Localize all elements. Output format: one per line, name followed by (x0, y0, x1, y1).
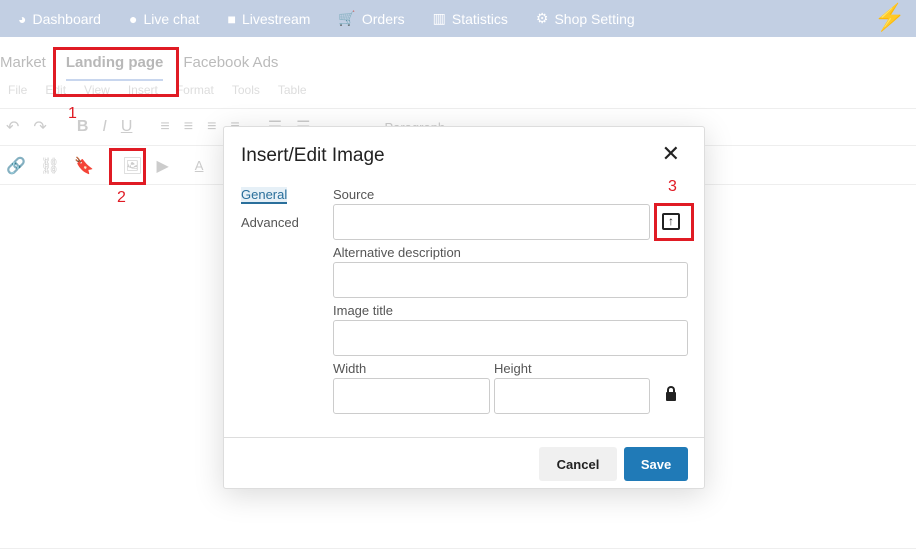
nav-label: Dashboard (32, 10, 101, 27)
cancel-button[interactable]: Cancel (539, 447, 617, 481)
top-nav: ◕ Dashboard ● Live chat ■ Livestream 🛒 Order… (0, 0, 916, 37)
align-right-icon[interactable]: ≡ (207, 118, 216, 136)
annotation-box-2 (109, 148, 146, 185)
dialog-title: Insert/Edit Image (241, 145, 385, 166)
redo-icon[interactable]: ↷ (33, 117, 46, 137)
media-icon[interactable]: ▶ (156, 156, 168, 176)
annotation-number-1: 1 (68, 105, 77, 122)
link-icon[interactable]: 🔗 (6, 156, 26, 176)
bolt-icon[interactable]: ⚡ (874, 2, 906, 33)
unlink-icon[interactable]: ⛓ (40, 156, 60, 176)
nav-live-chat[interactable]: ● Live chat (129, 11, 200, 27)
image-title-input[interactable] (333, 320, 688, 356)
cart-icon: 🛒 (338, 10, 356, 26)
bar-chart-icon: ▥ (432, 10, 446, 26)
gear-icon: ⚙ (535, 10, 549, 26)
width-label: Width (333, 361, 367, 376)
width-input[interactable] (333, 378, 490, 414)
image-title-label: Image title (333, 303, 393, 318)
tab-advanced[interactable]: Advanced (241, 215, 299, 230)
nav-label: Shop Setting (554, 10, 635, 27)
italic-icon[interactable]: I (102, 118, 106, 136)
nav-livestream[interactable]: ■ Livestream (227, 11, 310, 27)
menu-format[interactable]: Format (176, 83, 214, 97)
source-label: Source (333, 187, 375, 202)
save-button[interactable]: Save (624, 447, 688, 481)
bookmark-icon[interactable]: 🔖 (74, 156, 94, 176)
alt-label: Alternative description (333, 245, 461, 260)
height-label: Height (494, 361, 532, 376)
annotation-box-3 (654, 203, 694, 241)
source-input[interactable] (333, 204, 650, 240)
nav-label: Orders (361, 10, 405, 27)
messenger-icon: ● (128, 10, 138, 27)
text-color-icon[interactable]: A (195, 158, 204, 173)
menu-tools[interactable]: Tools (232, 83, 260, 97)
menu-file[interactable]: File (8, 83, 27, 97)
tab-market[interactable]: Market (0, 54, 46, 81)
tab-general[interactable]: General (241, 187, 288, 204)
annotation-number-3: 3 (668, 178, 677, 195)
dashboard-icon: ◕ (18, 10, 27, 27)
undo-icon[interactable]: ↶ (6, 117, 19, 137)
annotation-number-2: 2 (117, 189, 126, 206)
align-center-icon[interactable]: ≡ (184, 118, 193, 136)
close-icon[interactable]: ✕ (662, 141, 680, 167)
video-icon: ■ (227, 10, 236, 27)
insert-image-dialog: Insert/Edit Image ✕ General Advanced Sou… (223, 126, 705, 489)
tab-facebook-ads[interactable]: Facebook Ads (183, 54, 278, 81)
divider (0, 548, 916, 549)
underline-icon[interactable]: U (121, 118, 133, 136)
menu-table[interactable]: Table (278, 83, 307, 97)
alt-description-input[interactable] (333, 262, 688, 298)
lock-icon[interactable] (666, 386, 676, 401)
height-input[interactable] (494, 378, 650, 414)
dialog-footer-divider (224, 437, 704, 438)
nav-shop-setting[interactable]: ⚙ Shop Setting (536, 10, 635, 27)
nav-orders[interactable]: 🛒 Orders (338, 10, 404, 27)
nav-label: Livestream (241, 10, 311, 27)
nav-label: Live chat (143, 10, 200, 27)
nav-dashboard[interactable]: ◕ Dashboard (18, 11, 101, 27)
nav-statistics[interactable]: ▥ Statistics (433, 10, 508, 27)
annotation-box-1 (53, 47, 179, 97)
align-left-icon[interactable]: ≡ (160, 118, 169, 136)
bold-icon[interactable]: B (77, 118, 89, 136)
nav-label: Statistics (451, 10, 508, 27)
